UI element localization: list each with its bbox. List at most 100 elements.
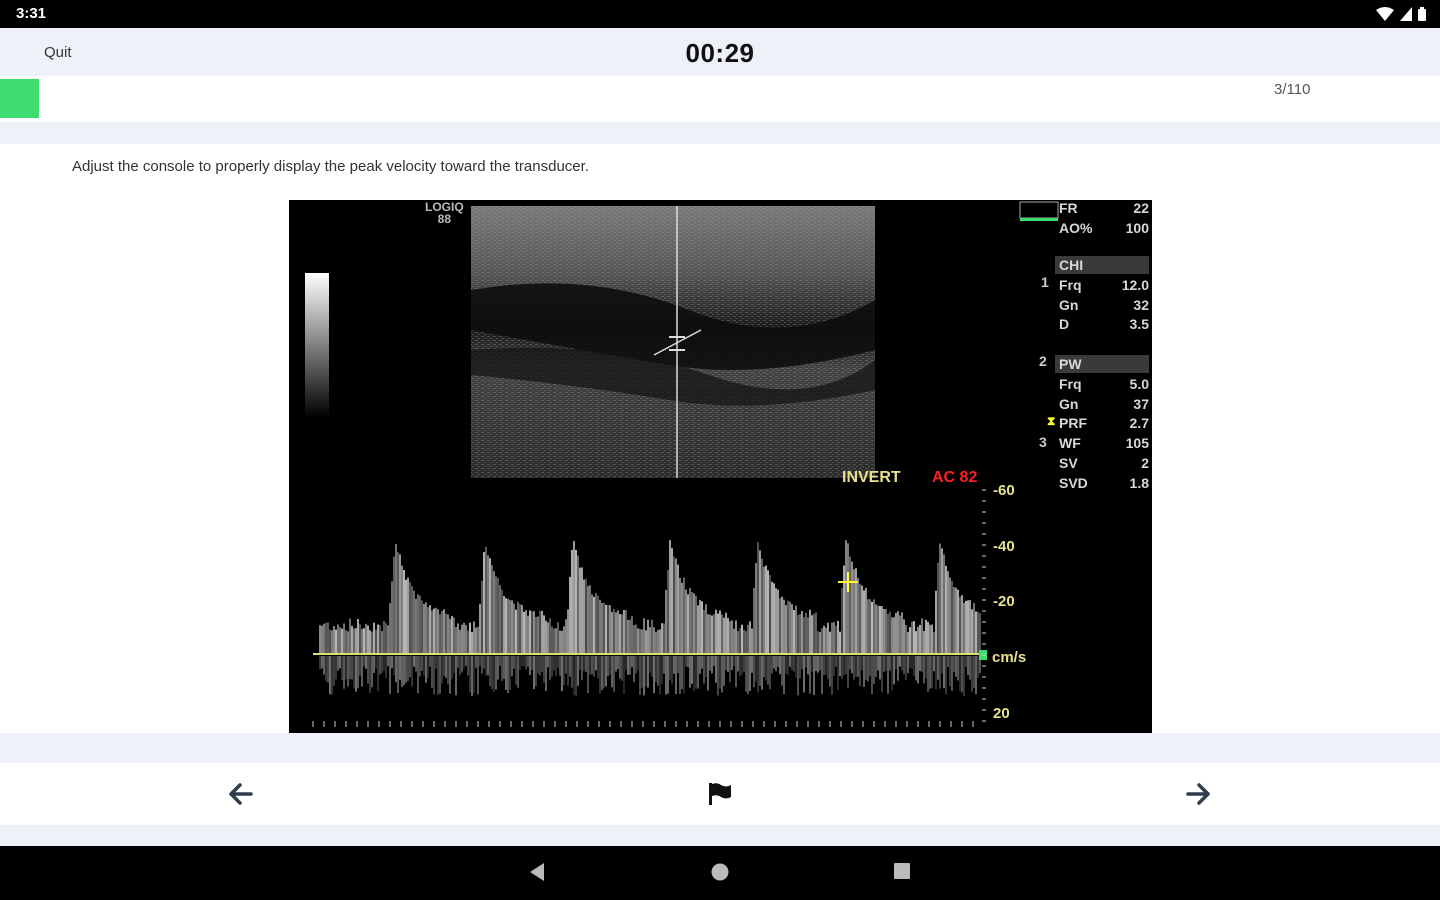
spectrum-column-reverse (465, 656, 467, 667)
param-label: SV (1059, 454, 1078, 471)
divider-band (0, 122, 1440, 144)
spectrum-column (559, 630, 561, 654)
spectrum-column-reverse (649, 656, 651, 673)
spectrum-column-reverse (501, 656, 503, 681)
spectrum-column-reverse (589, 656, 591, 675)
spectrum-column (435, 607, 437, 654)
spectrum-column (441, 611, 443, 654)
spectrum-column (857, 578, 859, 654)
home-icon[interactable] (710, 862, 730, 882)
recents-icon[interactable] (893, 862, 911, 880)
spectrum-column (545, 620, 547, 654)
spectrum-column (347, 631, 349, 654)
spectrum-column-reverse (801, 656, 803, 670)
spectrum-column-reverse (369, 656, 371, 693)
spectrum-column-reverse (561, 656, 563, 692)
previous-button[interactable] (225, 779, 257, 809)
spectrum-column (971, 609, 973, 654)
spectrum-column-reverse (543, 656, 545, 683)
spectrum-column (663, 623, 665, 654)
spectrum-column (813, 613, 815, 654)
status-bar: 3:31 (0, 0, 1440, 28)
spectrum-column-reverse (621, 656, 623, 681)
spectrum-column (795, 605, 797, 654)
spectrum-column (607, 605, 609, 654)
param-label: Gn (1059, 395, 1079, 412)
spectrum-column-reverse (899, 656, 901, 667)
spectrum-column (353, 628, 355, 654)
spectrum-column (939, 543, 941, 654)
spectrum-column-reverse (831, 656, 833, 695)
spectrum-column (735, 620, 737, 654)
spectrum-column (473, 621, 475, 654)
spectrum-column-reverse (889, 656, 891, 671)
spectrum-column (887, 613, 889, 654)
spectrum-column-reverse (625, 656, 627, 670)
spectrum-column (411, 586, 413, 654)
param-value: 37 (1133, 395, 1149, 412)
spectrum-column-reverse (519, 656, 521, 671)
spectrum-column-reverse (737, 656, 739, 672)
spectrum-column-reverse (677, 656, 679, 673)
spectrum-column (763, 566, 765, 654)
spectrum-column (437, 609, 439, 654)
spectrum-column-reverse (787, 656, 789, 676)
spectrum-column (521, 605, 523, 654)
spectrum-column-reverse (463, 656, 465, 669)
next-button[interactable] (1182, 779, 1214, 809)
invert-label: INVERT (842, 469, 901, 486)
spectrum-column (327, 622, 329, 654)
spectrum-column-reverse (453, 656, 455, 674)
spectrum-column-reverse (475, 656, 477, 668)
spectrum-column (537, 616, 539, 654)
flag-button[interactable] (704, 779, 736, 809)
spectrum-column-reverse (331, 656, 333, 695)
spectrum-column-reverse (847, 656, 849, 688)
spectrum-column (597, 595, 599, 654)
spectrum-column (415, 598, 417, 654)
spectrum-column (563, 626, 565, 654)
param-row: Gn 32 (1059, 297, 1149, 313)
spectrum-column-reverse (695, 656, 697, 689)
spectrum-column (533, 611, 535, 654)
spectrum-column-reverse (577, 656, 579, 686)
spectrum-column (395, 543, 397, 654)
spectrum-column-reverse (647, 656, 649, 688)
spectrum-column-reverse (479, 656, 481, 667)
spectrum-column (601, 602, 603, 654)
spectrum-column (469, 622, 471, 654)
spectrum-column-reverse (597, 656, 599, 679)
spectrum-column (797, 614, 799, 654)
spectrum-column-reverse (443, 656, 445, 677)
spectrum-column (739, 628, 741, 654)
doppler-spectrum (319, 540, 981, 696)
spectrum-column-reverse (345, 656, 347, 680)
back-icon[interactable] (528, 862, 546, 882)
spectrum-column (371, 631, 373, 654)
spectrum-column (561, 630, 563, 654)
spectrum-column (657, 629, 659, 654)
spectrum-column (475, 627, 477, 654)
grayscale-bar (305, 273, 329, 418)
scale-label-minus-20: -20 (993, 593, 1015, 610)
spectrum-column-reverse (967, 656, 969, 676)
spectrum-column (413, 590, 415, 654)
spectrum-column (917, 626, 919, 654)
spectrum-column (333, 626, 335, 654)
spectrum-column (449, 618, 451, 654)
spectrum-column (669, 540, 671, 654)
spectrum-column-reverse (513, 656, 515, 669)
depth-mark-2: 2 (1039, 353, 1047, 369)
spectrum-column (643, 618, 645, 654)
spectrum-column (803, 616, 805, 654)
spectrum-column-reverse (711, 656, 713, 674)
spectrum-column-reverse (823, 656, 825, 676)
spectrum-column-reverse (735, 656, 737, 688)
spectrum-column-reverse (527, 656, 529, 667)
spectrum-column (833, 622, 835, 654)
spectrum-column (715, 609, 717, 654)
spectrum-column (965, 600, 967, 654)
spectrum-column-reverse (631, 656, 633, 668)
spectrum-column-reverse (619, 656, 621, 679)
spectrum-column-reverse (361, 656, 363, 687)
